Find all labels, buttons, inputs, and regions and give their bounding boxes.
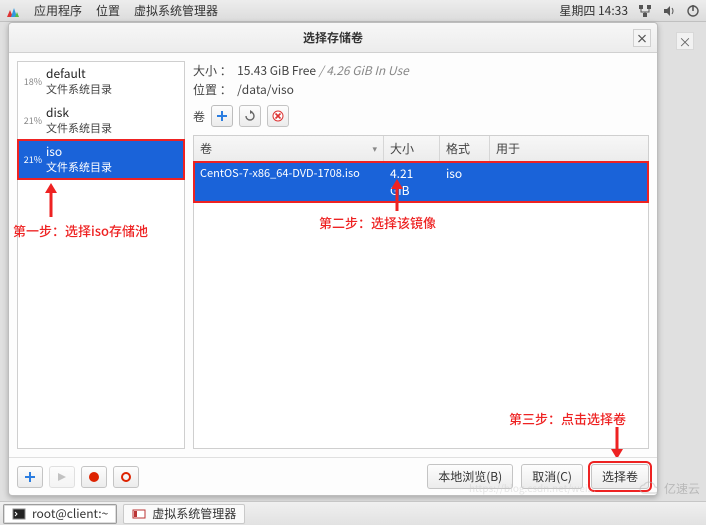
- background-window-close[interactable]: ×: [676, 32, 694, 50]
- topbar-clock: 星期四 14:33: [559, 2, 628, 19]
- topbar-menu-vmm[interactable]: 虚拟系统管理器: [134, 2, 218, 19]
- table-row[interactable]: CentOS-7-x86_64-DVD-1708.iso 4.21 GiB is…: [194, 162, 648, 202]
- storage-pool-list[interactable]: 18% default文件系统目录 21% disk文件系统目录 21% iso…: [17, 61, 185, 449]
- table-header: 卷▾ 大小 格式 用于: [194, 136, 648, 162]
- vmm-icon: [132, 507, 146, 521]
- size-label: 大小 ：: [193, 62, 232, 79]
- size-used: 4.26 GiB In Use: [326, 62, 409, 79]
- taskbar: root@client:~ 虚拟系统管理器: [0, 501, 706, 525]
- cell-name: CentOS-7-x86_64-DVD-1708.iso: [194, 162, 384, 202]
- terminal-icon: [12, 507, 26, 521]
- col-header-used-by[interactable]: 用于: [490, 136, 648, 161]
- task-terminal[interactable]: root@client:~: [3, 504, 117, 524]
- delete-pool-button[interactable]: [113, 466, 139, 488]
- task-label: 虚拟系统管理器: [152, 505, 236, 522]
- col-header-size[interactable]: 大小: [384, 136, 440, 161]
- loc-value: /data/viso: [237, 81, 294, 98]
- watermark-url: https://blog.csdn.net/wei...: [469, 480, 596, 495]
- refresh-volume-button[interactable]: [239, 105, 261, 127]
- cell-used-by: [490, 162, 648, 202]
- start-pool-button[interactable]: [49, 466, 75, 488]
- pool-iso[interactable]: 21% iso文件系统目录: [18, 140, 184, 179]
- network-icon[interactable]: [638, 4, 652, 18]
- task-label: root@client:~: [32, 505, 108, 522]
- delete-volume-button[interactable]: [267, 105, 289, 127]
- pool-desc: 文件系统目录: [46, 121, 112, 136]
- pool-disk[interactable]: 21% disk文件系统目录: [18, 101, 184, 140]
- volume-table: 卷▾ 大小 格式 用于 CentOS-7-x86_64-DVD-1708.iso…: [193, 135, 649, 449]
- task-vmm[interactable]: 虚拟系统管理器: [123, 504, 245, 524]
- stop-pool-button[interactable]: [81, 466, 107, 488]
- pool-desc: 文件系统目录: [46, 160, 112, 175]
- pool-default[interactable]: 18% default文件系统目录: [18, 62, 184, 101]
- col-header-name[interactable]: 卷▾: [194, 136, 384, 161]
- add-volume-button[interactable]: [211, 105, 233, 127]
- pool-name: default: [46, 66, 112, 82]
- pool-desc: 文件系统目录: [46, 82, 112, 97]
- loc-label: 位置 ：: [193, 81, 232, 98]
- system-topbar: 应用程序 位置 虚拟系统管理器 星期四 14:33: [0, 0, 706, 22]
- add-pool-button[interactable]: [17, 466, 43, 488]
- pool-name: iso: [46, 144, 112, 160]
- dialog-titlebar: 选择存储卷 ×: [9, 23, 657, 53]
- volume-toolbar-label: 卷: [193, 108, 205, 125]
- activities-icon: [6, 4, 20, 18]
- dialog-title: 选择存储卷: [303, 29, 363, 46]
- cell-size: 4.21 GiB: [384, 162, 440, 202]
- pool-usage: 21%: [20, 114, 42, 127]
- pool-name: disk: [46, 105, 112, 121]
- size-free: 15.43 GiB Free: [237, 62, 316, 79]
- col-header-format[interactable]: 格式: [440, 136, 490, 161]
- pool-usage: 21%: [20, 153, 42, 166]
- dialog-close-button[interactable]: ×: [633, 29, 651, 47]
- volume-panel: 大小 ： 15.43 GiB Free / 4.26 GiB In Use 位置…: [193, 61, 649, 449]
- volume-icon[interactable]: [662, 4, 676, 18]
- cell-format: iso: [440, 162, 490, 202]
- topbar-menu-apps[interactable]: 应用程序: [34, 2, 82, 19]
- topbar-menu-places[interactable]: 位置: [96, 2, 120, 19]
- storage-volume-dialog: 选择存储卷 × 18% default文件系统目录 21% disk文件系统目录…: [8, 22, 658, 496]
- power-icon[interactable]: [686, 4, 700, 18]
- pool-usage: 18%: [20, 75, 42, 88]
- watermark-brand: 亿速云: [638, 480, 700, 497]
